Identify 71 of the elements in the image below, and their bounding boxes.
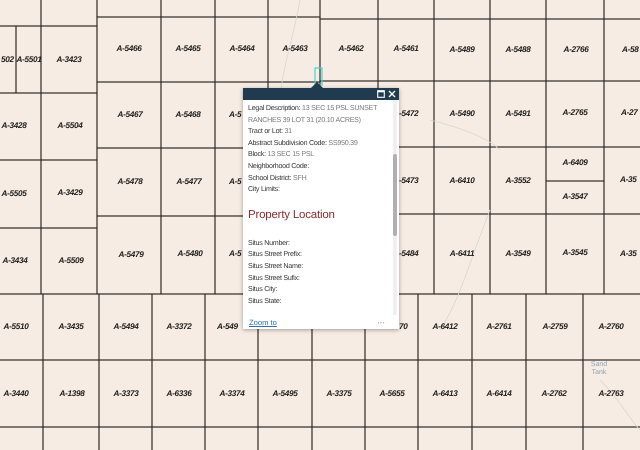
parcel-label: A-6409 [562, 158, 588, 168]
parcel-label: A-3545 [562, 248, 588, 258]
parcel-label: A-3435 [58, 322, 84, 332]
section-title: Property Location [248, 208, 336, 222]
parcel-label: A-5504 [57, 121, 83, 131]
parcel-label: A-5466 [116, 44, 142, 54]
parcel-label: A-5505 [1, 189, 27, 199]
parcel-label: A-5479 [118, 250, 144, 260]
parcel-label: 70 [399, 322, 408, 332]
parcel-label: A-1398 [59, 389, 85, 399]
parcel-label: -5484 [399, 249, 418, 259]
parcel-label: A-5510 [3, 322, 29, 332]
parcel-label: A-6412 [432, 322, 458, 332]
parcel-label: A-3375 [326, 389, 352, 399]
maximize-icon[interactable] [377, 90, 385, 98]
parcel-label: A-3423 [56, 55, 82, 65]
more-menu[interactable]: ··· [377, 318, 385, 326]
parcel-label: A-5478 [117, 177, 143, 187]
parcel-label: A-3373 [113, 389, 139, 399]
parcel-label: A-2766 [563, 45, 589, 55]
parcel-label: A-6410 [449, 176, 475, 186]
parcel-label: A-5509 [58, 256, 84, 266]
parcel-label: A-2763 [598, 389, 624, 399]
parcel-label: A-3440 [3, 389, 29, 399]
parcel-label: A-5488 [505, 45, 531, 55]
parcel-label: A-5490 [449, 109, 475, 119]
parcel-label: A-6336 [166, 389, 192, 399]
parcel-label: A-5 [229, 177, 242, 187]
scrollbar[interactable] [393, 100, 397, 315]
parcel-label: A-2759 [542, 322, 568, 332]
parcel-label: A-3428 [1, 121, 27, 131]
parcel-label: A-5464 [229, 44, 255, 54]
parcel-label: A-549 [217, 322, 238, 332]
parcel-label: A-3547 [562, 192, 588, 202]
parcel-label: A-3434 [2, 256, 28, 266]
parcel-label: A-35 [620, 175, 637, 185]
parcel-label: A-2762 [541, 389, 567, 399]
parcel-label: -5472 [399, 109, 418, 119]
parcel-label: A-3549 [505, 249, 531, 259]
parcel-label: A-58 [622, 45, 639, 55]
selection-marker [314, 67, 323, 86]
parcel-label: A-5489 [449, 45, 475, 55]
parcel-label: A-5491 [505, 109, 531, 119]
parcel-label: -5473 [399, 176, 418, 186]
parcel-label: A-5463 [282, 44, 308, 54]
parcel-label: A-5467 [117, 110, 143, 120]
parcel-label: A-5 [229, 110, 242, 120]
parcel-label: A-5 [229, 249, 242, 259]
parcel-label: A-5655 [379, 389, 405, 399]
parcel-label: A-2761 [486, 322, 512, 332]
close-icon[interactable] [388, 90, 396, 98]
parcel-label: A-2760 [598, 322, 624, 332]
parcel-label: A-6414 [486, 389, 512, 399]
parcel-label: 502 [1, 55, 14, 65]
parcel-label: A-5461 [393, 44, 419, 54]
parcel-label: A-5480 [177, 249, 203, 259]
parcel-label: A-3552 [505, 176, 531, 186]
parcel-label: A-3374 [219, 389, 245, 399]
parcel-label: A-5494 [113, 322, 139, 332]
parcel-label: A-5462 [338, 44, 364, 54]
parcel-label: A-35 [620, 249, 637, 259]
parcel-label: A-6413 [432, 389, 458, 399]
parcel-label: A-5465 [175, 44, 201, 54]
parcel-label: A-27 [621, 108, 638, 118]
parcel-label: A-3372 [166, 322, 192, 332]
parcel-label: A-5468 [175, 110, 201, 120]
parcel-label: A-5477 [176, 177, 202, 187]
parcel-label: A-3429 [57, 188, 83, 198]
parcel-label: A-5495 [272, 389, 298, 399]
parcel-label: A-6411 [450, 249, 474, 259]
parcel-label: A-2765 [562, 108, 588, 118]
